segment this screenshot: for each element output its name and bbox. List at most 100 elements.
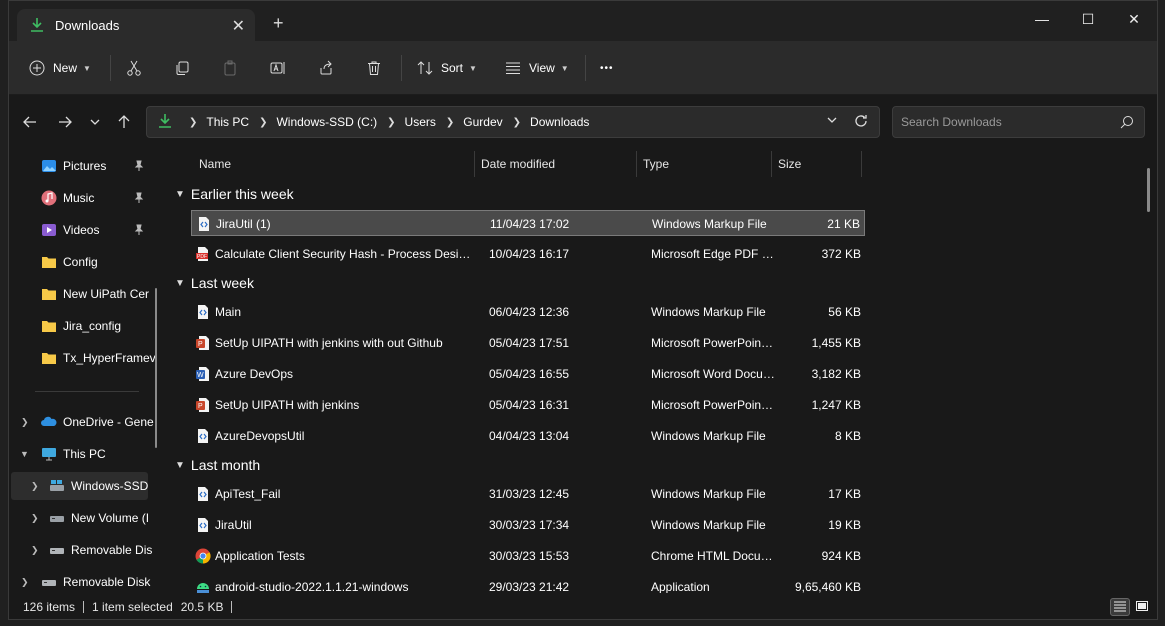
file-row[interactable]: P SetUp UIPATH with jenkins with out Git… bbox=[191, 330, 865, 356]
forward-button[interactable] bbox=[54, 112, 76, 134]
search-box[interactable] bbox=[892, 106, 1145, 138]
sidebar-item-removable-disk-2[interactable]: ❯ Removable Disk bbox=[9, 568, 157, 593]
share-button[interactable] bbox=[318, 57, 334, 79]
column-header-date-modified[interactable]: Date modified bbox=[481, 148, 555, 180]
file-type: Chrome HTML Document bbox=[651, 549, 775, 563]
expand-chevron-icon[interactable]: ❯ bbox=[31, 513, 39, 524]
sidebar-item-label: OneDrive - Gene bbox=[63, 415, 154, 429]
status-divider bbox=[231, 601, 233, 613]
breadcrumb-windows-ssd[interactable]: Windows-SSD (C:) bbox=[276, 115, 377, 129]
column-divider[interactable] bbox=[861, 151, 862, 177]
file-date: 10/04/23 16:17 bbox=[489, 247, 570, 261]
sidebar-scrollbar[interactable] bbox=[155, 288, 157, 448]
copy-button[interactable] bbox=[174, 57, 190, 79]
sidebar-item-label: Pictures bbox=[63, 159, 107, 173]
sidebar-item-jira-config[interactable]: Jira_config bbox=[9, 312, 157, 340]
file-date: 29/03/23 21:42 bbox=[489, 580, 570, 593]
new-button[interactable]: New ▼ bbox=[29, 57, 91, 79]
file-name: Main bbox=[215, 305, 242, 319]
expand-chevron-icon[interactable]: ❯ bbox=[31, 481, 39, 492]
more-options-button[interactable]: ••• bbox=[600, 57, 614, 79]
file-type: Application bbox=[651, 580, 710, 593]
expand-chevron-icon[interactable]: ❯ bbox=[21, 417, 29, 428]
expand-chevron-icon[interactable]: ❯ bbox=[31, 545, 39, 556]
column-header-name[interactable]: Name bbox=[199, 148, 231, 180]
file-row[interactable]: P SetUp UIPATH with jenkins 05/04/23 16:… bbox=[191, 392, 865, 418]
new-tab-button[interactable]: + bbox=[273, 13, 284, 34]
recent-locations-button[interactable] bbox=[84, 112, 106, 134]
chevron-down-icon: ▼ bbox=[175, 277, 185, 289]
cut-button[interactable] bbox=[126, 57, 142, 79]
breadcrumb-users[interactable]: Users bbox=[405, 115, 436, 129]
group-header-last-month[interactable]: ▼ Last month bbox=[175, 453, 260, 477]
file-row[interactable]: PDF Calculate Client Security Hash - Pro… bbox=[191, 241, 865, 267]
sidebar-item-removable-disk-1[interactable]: ❯ Removable Dis bbox=[9, 536, 157, 564]
up-button[interactable] bbox=[113, 112, 135, 134]
breadcrumb-downloads[interactable]: Downloads bbox=[530, 115, 589, 129]
chevron-down-icon: ▼ bbox=[175, 188, 185, 200]
delete-button[interactable] bbox=[366, 57, 382, 79]
file-row[interactable]: JiraUtil (1) 11/04/23 17:02 Windows Mark… bbox=[191, 210, 865, 236]
column-divider[interactable] bbox=[636, 151, 637, 177]
file-row[interactable]: JiraUtil 30/03/23 17:34 Windows Markup F… bbox=[191, 512, 865, 538]
file-date: 05/04/23 16:55 bbox=[489, 367, 570, 381]
command-bar: New ▼ Sort ▼ View ▼ ••• bbox=[9, 41, 1157, 95]
column-divider[interactable] bbox=[474, 151, 475, 177]
sidebar-item-windows-ssd[interactable]: ❯ Windows-SSD bbox=[11, 472, 148, 500]
tab-downloads[interactable]: Downloads ✕ bbox=[17, 9, 255, 41]
sort-button[interactable]: Sort ▼ bbox=[417, 57, 477, 79]
file-row[interactable]: android-studio-2022.1.1.21-windows 29/03… bbox=[191, 574, 865, 593]
collapse-chevron-icon[interactable]: ▼ bbox=[20, 449, 29, 459]
refresh-icon[interactable] bbox=[853, 113, 869, 132]
address-history-chevron-icon[interactable] bbox=[827, 115, 837, 128]
file-row[interactable]: Application Tests 30/03/23 15:53 Chrome … bbox=[191, 543, 865, 569]
group-header-earlier-this-week[interactable]: ▼ Earlier this week bbox=[175, 182, 294, 206]
breadcrumb-separator: ❯ bbox=[512, 116, 522, 128]
large-icons-view-button[interactable] bbox=[1132, 598, 1152, 616]
file-row[interactable]: W Azure DevOps 05/04/23 16:55 Microsoft … bbox=[191, 361, 865, 387]
sidebar-item-new-uipath-cer[interactable]: New UiPath Cer bbox=[9, 280, 157, 308]
svg-text:W: W bbox=[197, 372, 204, 379]
file-date: 05/04/23 16:31 bbox=[489, 398, 570, 412]
details-view-button[interactable] bbox=[1110, 598, 1130, 616]
file-type: Windows Markup File bbox=[651, 429, 766, 443]
column-header-type[interactable]: Type bbox=[643, 148, 669, 180]
usb-drive-icon bbox=[41, 574, 57, 590]
expand-chevron-icon[interactable]: ❯ bbox=[21, 577, 29, 588]
music-icon bbox=[41, 190, 57, 206]
pc-icon bbox=[41, 446, 57, 462]
back-button[interactable] bbox=[19, 112, 41, 134]
view-button[interactable]: View ▼ bbox=[505, 57, 569, 79]
minimize-button[interactable]: — bbox=[1019, 5, 1065, 33]
sidebar-item-new-volume[interactable]: ❯ New Volume (I bbox=[9, 504, 157, 532]
file-row[interactable]: ApiTest_Fail 31/03/23 12:45 Windows Mark… bbox=[191, 481, 865, 507]
file-row[interactable]: AzureDevopsUtil 04/04/23 13:04 Windows M… bbox=[191, 423, 865, 449]
file-list-scrollbar[interactable] bbox=[1147, 168, 1150, 212]
group-header-last-week[interactable]: ▼ Last week bbox=[175, 271, 254, 295]
rename-button[interactable] bbox=[270, 57, 286, 79]
usb-drive-icon bbox=[49, 542, 65, 558]
sidebar-item-tx-hyperframework[interactable]: Tx_HyperFramev bbox=[9, 344, 157, 372]
paste-button[interactable] bbox=[222, 57, 238, 79]
item-count: 126 items bbox=[23, 600, 76, 614]
maximize-button[interactable]: ☐ bbox=[1065, 5, 1111, 33]
sidebar-item-videos[interactable]: Videos bbox=[9, 216, 157, 244]
sidebar-item-pictures[interactable]: Pictures bbox=[9, 152, 157, 180]
tab-close-button[interactable]: ✕ bbox=[232, 16, 245, 36]
breadcrumb-this-pc[interactable]: This PC bbox=[206, 115, 249, 129]
address-bar[interactable]: ❯ This PC ❯ Windows-SSD (C:) ❯ Users ❯ G… bbox=[146, 106, 880, 138]
sidebar-item-music[interactable]: Music bbox=[9, 184, 157, 212]
search-icon bbox=[1120, 115, 1134, 132]
breadcrumb-gurdev[interactable]: Gurdev bbox=[463, 115, 502, 129]
file-name: JiraUtil (1) bbox=[216, 217, 271, 231]
column-divider[interactable] bbox=[771, 151, 772, 177]
sidebar-item-this-pc[interactable]: ▼ This PC bbox=[9, 440, 157, 468]
sidebar-item-label: New UiPath Cer bbox=[63, 287, 150, 301]
view-label: View bbox=[529, 61, 555, 75]
file-row[interactable]: Main 06/04/23 12:36 Windows Markup File … bbox=[191, 299, 865, 325]
sidebar-item-onedrive[interactable]: ❯ OneDrive - Gene bbox=[9, 408, 157, 436]
close-window-button[interactable]: ✕ bbox=[1111, 5, 1157, 33]
search-input[interactable] bbox=[901, 115, 1111, 129]
column-header-size[interactable]: Size bbox=[778, 148, 801, 180]
sidebar-item-config[interactable]: Config bbox=[9, 248, 157, 276]
